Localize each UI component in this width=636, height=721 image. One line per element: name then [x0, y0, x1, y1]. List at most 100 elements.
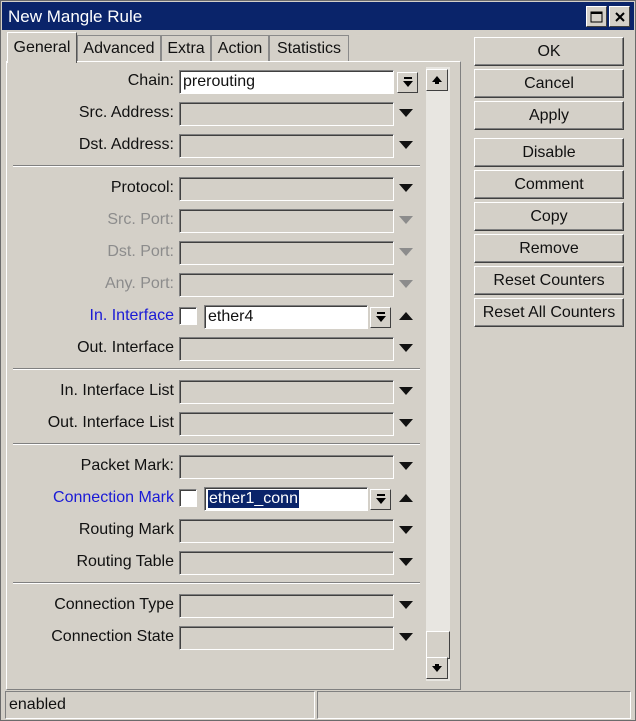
title-bar[interactable]: New Mangle Rule [2, 2, 634, 30]
expand-arrow-icon[interactable] [399, 601, 413, 609]
protocol-row: Protocol: [1, 177, 461, 201]
chain-value: prerouting [183, 73, 256, 90]
src-port-label: Src. Port: [107, 211, 174, 228]
routing-table-field[interactable] [179, 551, 394, 575]
out-interface-field[interactable] [179, 337, 394, 361]
divider [13, 368, 420, 370]
dst-port-label: Dst. Port: [107, 243, 174, 260]
expand-arrow-icon[interactable] [399, 633, 413, 641]
chain-label: Chain: [127, 72, 174, 89]
remove-button[interactable]: Remove [474, 234, 624, 263]
collapse-arrow-icon[interactable] [399, 494, 413, 502]
in-interface-field[interactable]: ether4 [204, 305, 368, 329]
protocol-field[interactable] [179, 177, 394, 201]
expand-arrow-icon[interactable] [399, 184, 413, 192]
connection-mark-negate-checkbox[interactable] [179, 489, 197, 507]
reset-all-counters-button[interactable]: Reset All Counters [474, 298, 624, 327]
comment-button[interactable]: Comment [474, 170, 624, 199]
routing-mark-label: Routing Mark [78, 521, 174, 538]
reset-counters-button[interactable]: Reset Counters [474, 266, 624, 295]
ok-button[interactable]: OK [474, 37, 624, 66]
any-port-label: Any. Port: [104, 275, 174, 292]
close-button[interactable] [609, 6, 630, 27]
dropdown-icon [402, 76, 413, 87]
routing-table-row: Routing Table [1, 551, 461, 575]
chain-row: Chain: prerouting [1, 70, 461, 94]
expand-arrow-icon[interactable] [399, 462, 413, 470]
out-interface-label: Out. Interface [77, 339, 174, 356]
src-address-field[interactable] [179, 102, 394, 126]
tab-extra[interactable]: Extra [161, 35, 211, 62]
packet-mark-field[interactable] [179, 455, 394, 479]
connection-mark-field[interactable]: ether1_conn [204, 487, 368, 511]
src-port-field [179, 209, 394, 233]
expand-arrow-icon[interactable] [399, 558, 413, 566]
expand-arrow-icon[interactable] [399, 109, 413, 117]
tab-advanced[interactable]: Advanced [77, 35, 161, 62]
vertical-scrollbar[interactable] [426, 67, 450, 681]
tab-action[interactable]: Action [211, 35, 269, 62]
any-port-field [179, 273, 394, 297]
maximize-button[interactable] [586, 6, 607, 27]
packet-mark-label: Packet Mark: [80, 457, 174, 474]
divider [13, 443, 420, 445]
status-bar-secondary [317, 691, 631, 719]
connection-type-field[interactable] [179, 594, 394, 618]
connection-mark-label[interactable]: Connection Mark [53, 489, 174, 507]
dst-address-field[interactable] [179, 134, 394, 158]
scroll-thumb[interactable] [426, 631, 450, 659]
src-port-row: Src. Port: [1, 209, 461, 233]
scroll-up-icon [432, 76, 442, 84]
dst-port-field [179, 241, 394, 265]
connection-state-row: Connection State [1, 626, 461, 650]
any-port-row: Any. Port: [1, 273, 461, 297]
expand-arrow-icon[interactable] [399, 344, 413, 352]
expand-arrow-icon [399, 248, 413, 256]
packet-mark-row: Packet Mark: [1, 455, 461, 479]
expand-arrow-icon[interactable] [399, 526, 413, 534]
connection-type-label: Connection Type [54, 596, 174, 613]
routing-table-label: Routing Table [76, 553, 174, 570]
routing-mark-field[interactable] [179, 519, 394, 543]
in-interface-list-field[interactable] [179, 380, 394, 404]
disable-button[interactable]: Disable [474, 138, 624, 167]
dst-address-row: Dst. Address: [1, 134, 461, 158]
window-title: New Mangle Rule [8, 7, 143, 26]
expand-arrow-icon[interactable] [399, 387, 413, 395]
chain-field[interactable]: prerouting [179, 70, 394, 94]
tab-statistics[interactable]: Statistics [269, 35, 349, 62]
protocol-label: Protocol: [110, 179, 174, 196]
in-interface-label[interactable]: In. Interface [90, 307, 175, 325]
divider [13, 582, 420, 584]
scroll-up-button[interactable] [426, 69, 448, 91]
expand-arrow-icon[interactable] [399, 419, 413, 427]
dst-address-label: Dst. Address: [78, 136, 174, 153]
in-interface-dropdown-button[interactable] [370, 307, 391, 328]
connection-state-field[interactable] [179, 626, 394, 650]
src-address-row: Src. Address: [1, 102, 461, 126]
status-bar: enabled [5, 691, 315, 719]
collapse-arrow-icon[interactable] [399, 312, 413, 320]
tab-general[interactable]: General [7, 32, 77, 63]
expand-arrow-icon [399, 280, 413, 288]
mangle-rule-window: New Mangle Rule General Advanced Extra A… [0, 0, 636, 721]
in-interface-row: In. Interface ether4 [1, 305, 461, 329]
divider [13, 165, 420, 167]
connection-mark-value: ether1_conn [208, 490, 299, 508]
in-interface-negate-checkbox[interactable] [179, 307, 197, 325]
out-interface-list-field[interactable] [179, 412, 394, 436]
out-interface-row: Out. Interface [1, 337, 461, 361]
expand-arrow-icon[interactable] [399, 141, 413, 149]
scroll-down-button[interactable] [426, 657, 448, 679]
status-text: enabled [9, 696, 66, 713]
cancel-button[interactable]: Cancel [474, 69, 624, 98]
connection-mark-dropdown-button[interactable] [370, 489, 391, 510]
src-address-label: Src. Address: [78, 104, 174, 121]
dropdown-icon [375, 311, 386, 322]
scroll-down-icon [432, 664, 442, 672]
chain-dropdown-button[interactable] [397, 72, 418, 93]
apply-button[interactable]: Apply [474, 101, 624, 130]
maximize-icon [590, 11, 603, 22]
in-interface-list-row: In. Interface List [1, 380, 461, 404]
copy-button[interactable]: Copy [474, 202, 624, 231]
